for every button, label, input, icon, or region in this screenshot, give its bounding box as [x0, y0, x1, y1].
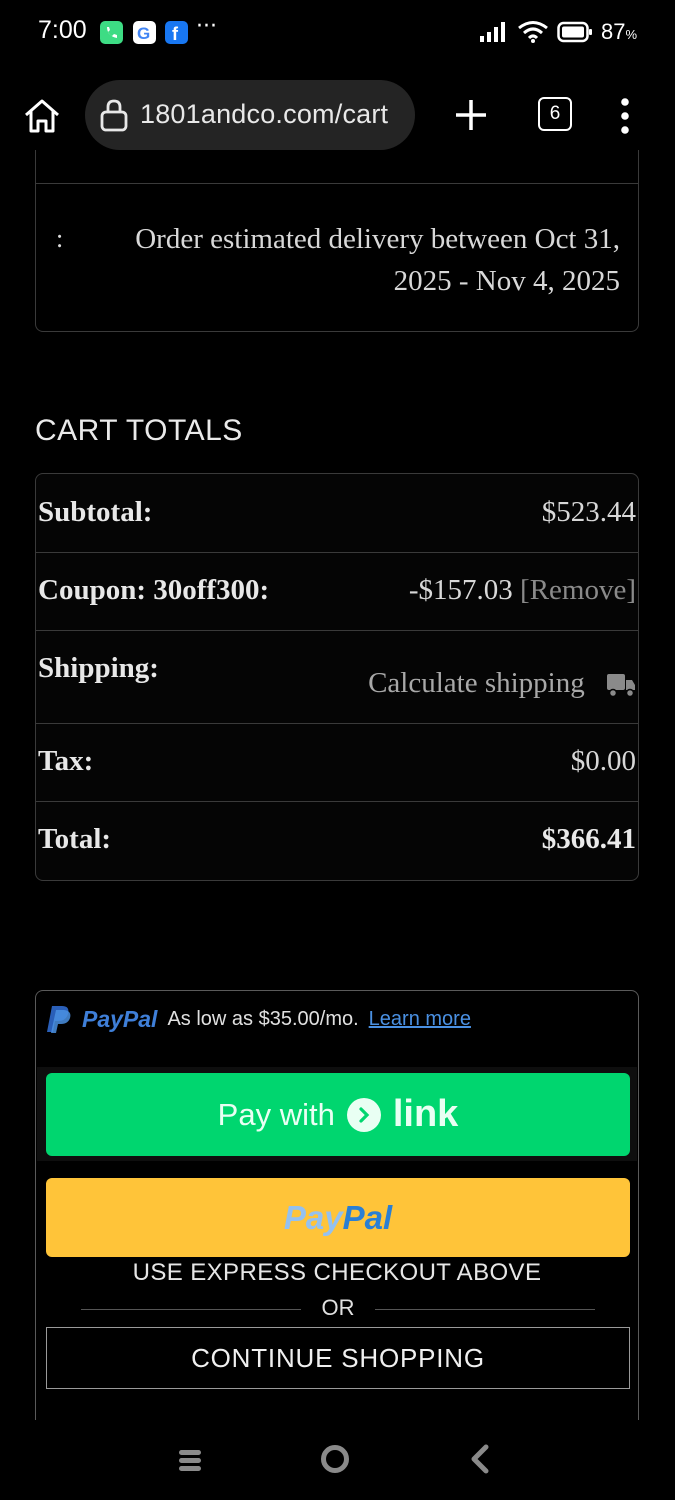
remove-coupon-link[interactable]: [Remove] — [520, 574, 636, 606]
coupon-discount: -$157.03 — [408, 574, 513, 606]
coupon-row: Coupon: 30off300: -$157.03 [Remove] — [36, 553, 638, 631]
paypal-btn-pay: Pay — [283, 1198, 343, 1236]
system-nav-bar — [0, 1420, 675, 1500]
delivery-estimate-text: Order estimated delivery between Oct 31,… — [135, 223, 620, 297]
or-label: OR — [321, 1295, 355, 1320]
facebook-icon: f — [165, 21, 188, 44]
subtotal-row: Subtotal: $523.44 — [36, 474, 638, 553]
paypal-pay-later-message: PayPal As low as $35.00/mo. Learn more — [46, 999, 471, 1039]
or-separator: OR — [81, 1293, 595, 1323]
status-indicators: 87% — [479, 17, 637, 47]
new-tab-icon[interactable] — [453, 97, 489, 133]
cart-totals-title: CART TOTALS — [35, 414, 243, 447]
tax-row: Tax: $0.00 — [36, 724, 638, 802]
continue-shopping-button[interactable]: CONTINUE SHOPPING — [46, 1327, 630, 1389]
express-checkout-label: USE EXPRESS CHECKOUT ABOVE — [132, 1259, 542, 1286]
or-line-right — [375, 1309, 595, 1310]
google-icon: G — [133, 21, 156, 44]
coupon-label: Coupon: 30off300: — [38, 574, 270, 606]
cart-totals-table: Subtotal: $523.44 Coupon: 30off300: -$15… — [35, 473, 639, 881]
address-bar[interactable]: 1801andco.com/cart — [85, 80, 415, 150]
link-pay-with-label: Pay with — [217, 1096, 335, 1132]
shipping-value-group: Calculate shipping — [368, 667, 636, 700]
delivery-label: : — [56, 224, 64, 253]
signal-icon — [479, 22, 505, 42]
coupon-value-group: -$157.03 [Remove] — [409, 574, 636, 607]
pay-with-link-button[interactable]: Pay with link — [46, 1073, 630, 1156]
home-icon[interactable] — [22, 96, 62, 136]
battery-level: 87% — [600, 19, 637, 44]
tab-switcher-button[interactable]: 6 — [538, 97, 572, 131]
url-text[interactable]: 1801andco.com/cart — [140, 99, 388, 130]
battery-icon — [557, 21, 592, 43]
tax-value: $0.00 — [570, 745, 636, 777]
total-label: Total: — [38, 823, 112, 855]
lock-icon[interactable] — [99, 98, 129, 132]
delivery-estimate-box: : Order estimated delivery between Oct 3… — [35, 150, 639, 332]
wifi-icon — [518, 21, 548, 43]
learn-more-link[interactable]: Learn more — [369, 1008, 471, 1031]
truck-icon[interactable] — [606, 672, 636, 698]
subtotal-value: $523.44 — [541, 496, 636, 528]
divider — [36, 183, 638, 184]
paypal-installment-text: As low as $35.00/mo. — [167, 1007, 359, 1030]
status-bar: 7:00 G f ··· 87% — [0, 0, 675, 66]
home-nav-icon[interactable] — [319, 1443, 351, 1475]
phone-app-icon — [100, 21, 123, 44]
svg-text:G: G — [137, 24, 150, 43]
shipping-row: Shipping: Calculate shipping — [36, 631, 638, 724]
paypal-brand: PayPal — [82, 1005, 158, 1032]
recent-apps-icon[interactable] — [178, 1448, 202, 1472]
total-row: Total: $366.41 — [36, 802, 638, 880]
paypal-checkout-button[interactable]: Pay Pal — [46, 1178, 630, 1257]
link-arrow-icon — [346, 1097, 381, 1132]
paypal-logo-icon — [47, 1006, 71, 1033]
link-brand: link — [392, 1093, 459, 1135]
svg-text:f: f — [172, 24, 179, 44]
total-value: $366.41 — [541, 823, 636, 855]
subtotal-label: Subtotal: — [38, 496, 153, 528]
back-icon[interactable] — [468, 1444, 492, 1474]
checkout-card: PayPal As low as $35.00/mo. Learn more P… — [35, 990, 639, 1420]
more-menu-icon[interactable] — [616, 96, 634, 136]
more-notifications-icon: ··· — [196, 14, 217, 39]
paypal-btn-pal: Pal — [342, 1198, 393, 1236]
shipping-label: Shipping: — [38, 652, 159, 684]
status-time: 7:00 — [38, 16, 87, 44]
tax-label: Tax: — [38, 745, 94, 777]
calculate-shipping-link[interactable]: Calculate shipping — [368, 667, 585, 699]
